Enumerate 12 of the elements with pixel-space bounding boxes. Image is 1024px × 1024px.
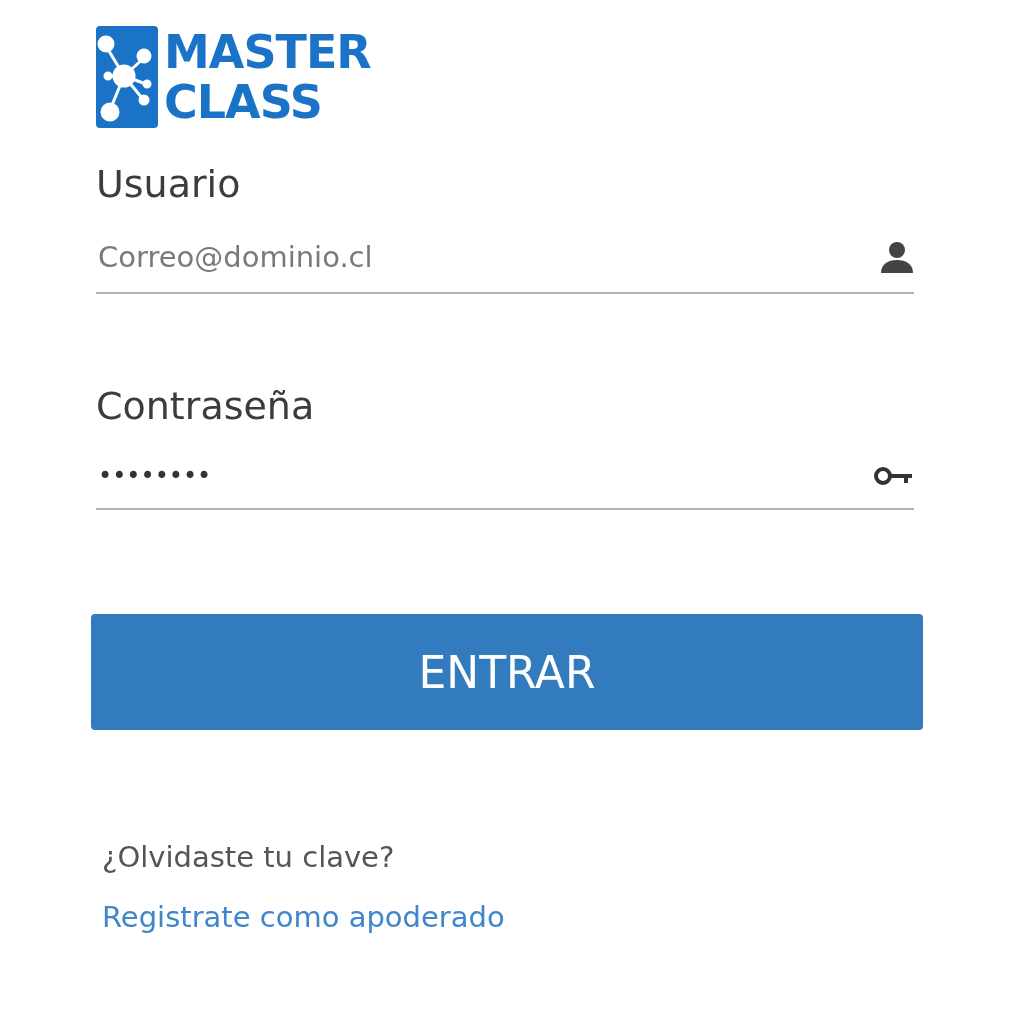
field-label: Contraseña	[96, 384, 316, 428]
email-field[interactable]: Correo@dominio.cl	[98, 240, 880, 274]
logo-text: MASTER	[164, 27, 371, 77]
password-field[interactable]: ••••••••	[98, 462, 874, 490]
register-link[interactable]: Registrate como apoderado	[102, 900, 505, 934]
user-icon	[880, 241, 914, 273]
logo-icon	[96, 26, 158, 128]
forgot-password-link[interactable]: ¿Olvidaste tu clave?	[102, 840, 395, 874]
login-button[interactable]: ENTRAR	[91, 614, 923, 730]
field-label: Usuario	[96, 162, 242, 206]
logo-text: CLASS	[164, 77, 323, 127]
key-icon	[874, 466, 914, 486]
